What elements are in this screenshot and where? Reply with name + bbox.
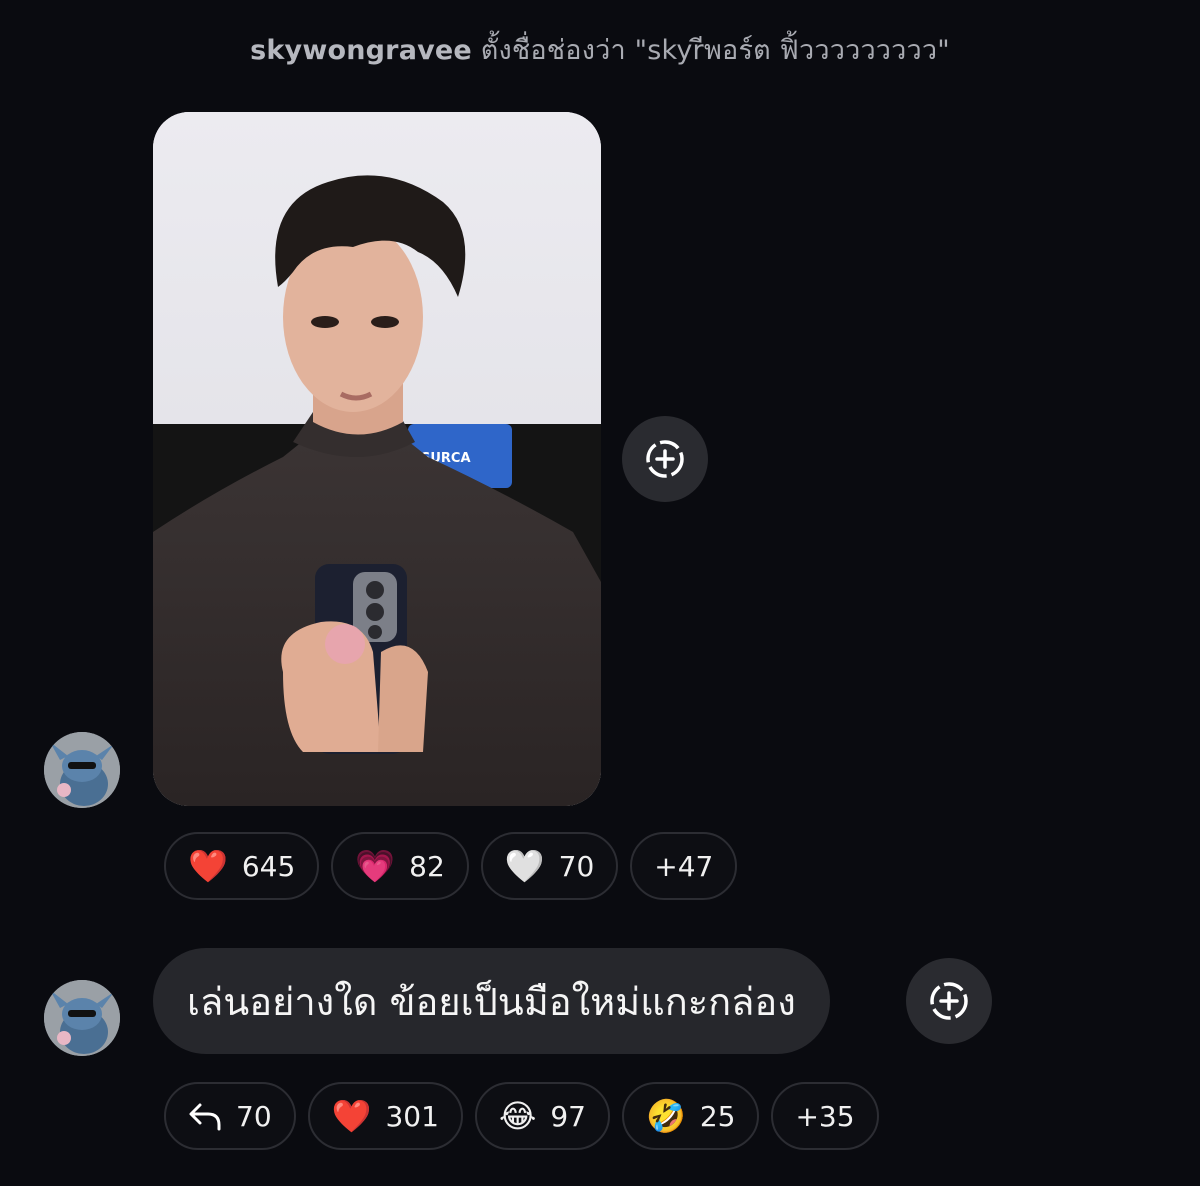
- channel-rename-notice: skywongravee ตั้งชื่อช่องว่า "skyrีพอร์ต…: [0, 28, 1200, 71]
- reaction-count: 70: [558, 849, 595, 883]
- red-heart-icon: ❤️: [188, 847, 228, 885]
- red-heart-icon: ❤️: [331, 1097, 372, 1135]
- add-reaction-icon: [930, 982, 968, 1020]
- mirror-selfie-photo: SURCA: [153, 112, 601, 806]
- notice-username[interactable]: skywongravee: [250, 35, 472, 66]
- reaction-replies[interactable]: 70: [164, 1082, 296, 1150]
- reaction-count: 301: [385, 1099, 439, 1133]
- avatar[interactable]: [44, 732, 120, 808]
- photo-message[interactable]: SURCA: [153, 112, 601, 806]
- photo-message-reactions: ❤️ 645 💗 82 🤍 70 +47: [164, 832, 738, 900]
- reaction-count: 97: [550, 1099, 586, 1133]
- rolling-laughing-icon: 🤣: [645, 1097, 686, 1135]
- tears-of-joy-icon: 😂: [498, 1097, 537, 1135]
- reaction-more[interactable]: +35: [771, 1082, 879, 1150]
- stitch-avatar-icon: [44, 980, 120, 1056]
- reaction-white-heart[interactable]: 🤍 70: [480, 832, 619, 900]
- photo-message-more-button[interactable]: [622, 416, 708, 502]
- reaction-count: 25: [699, 1099, 736, 1133]
- text-message-bubble[interactable]: เล่นอย่างใด ข้อยเป็นมือใหม่แกะกล่อง: [153, 948, 830, 1054]
- notice-action-text: ตั้งชื่อช่องว่า "skyrีพอร์ต ฟิ้ววววววววว…: [471, 35, 950, 66]
- reaction-red-heart[interactable]: ❤️ 645: [164, 832, 320, 900]
- add-reaction-icon: [646, 440, 684, 478]
- message-text: เล่นอย่างใด ข้อยเป็นมือใหม่แกะกล่อง: [187, 979, 796, 1024]
- text-message-reactions: 70 ❤️ 301 😂 97 🤣 25 +35: [164, 1082, 879, 1150]
- reaction-count: 645: [241, 849, 296, 883]
- reaction-more[interactable]: +47: [630, 832, 738, 900]
- reaction-rolling-laughing[interactable]: 🤣 25: [621, 1082, 760, 1150]
- reaction-sparkling-heart[interactable]: 💗 82: [331, 832, 469, 900]
- reaction-count: 82: [409, 849, 445, 883]
- white-heart-icon: 🤍: [504, 847, 545, 885]
- reaction-red-heart[interactable]: ❤️ 301: [307, 1082, 463, 1150]
- chat-screen: skywongravee ตั้งชื่อช่องว่า "skyrีพอร์ต…: [0, 0, 1200, 1186]
- reaction-count: +47: [654, 849, 714, 883]
- reply-arrow-icon: [188, 1101, 222, 1131]
- stitch-avatar-icon: [44, 732, 120, 808]
- reaction-count: +35: [795, 1099, 855, 1133]
- text-message-more-button[interactable]: [906, 958, 992, 1044]
- reaction-tears-of-joy[interactable]: 😂 97: [474, 1082, 610, 1150]
- reaction-count: 70: [236, 1099, 272, 1133]
- avatar[interactable]: [44, 980, 120, 1056]
- sparkling-heart-icon: 💗: [355, 847, 396, 885]
